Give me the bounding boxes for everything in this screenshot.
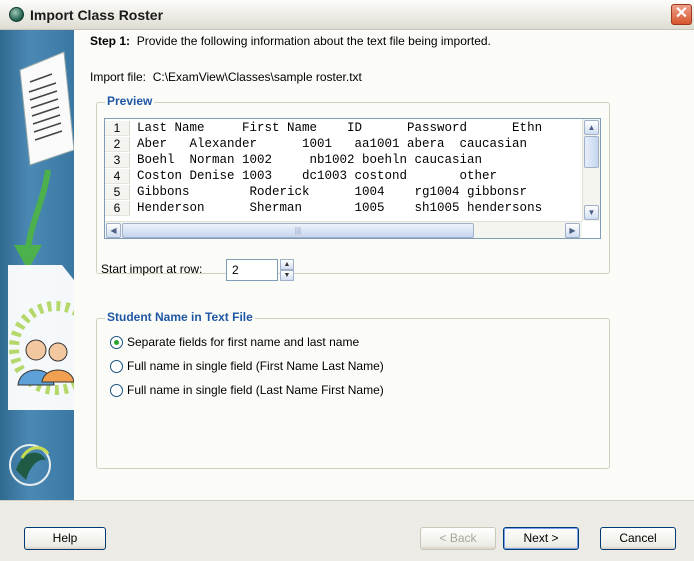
radio-label[interactable]: Separate fields for first name and last … — [127, 335, 359, 349]
row-number: 2 — [105, 137, 130, 152]
preview-group: Preview 1 Last Name First Name ID Passwo… — [96, 94, 610, 274]
student-name-group: Student Name in Text File Separate field… — [96, 310, 610, 469]
radio-button[interactable] — [110, 336, 123, 349]
row-number: 1 — [105, 121, 130, 136]
row-text: Henderson Sherman 1005 sh1005 hendersons — [137, 201, 543, 215]
row-text: Aber Alexander 1001 aa1001 abera caucasi… — [137, 137, 528, 151]
radio-button[interactable] — [110, 384, 123, 397]
title-bar: Import Class Roster ✕ — [0, 0, 694, 30]
row-number: 6 — [105, 201, 130, 216]
import-file-info: Import file: C:\ExamView\Classes\sample … — [90, 70, 362, 84]
cancel-button[interactable]: Cancel — [600, 527, 676, 550]
row-text: Coston Denise 1003 dc1003 costond other — [137, 169, 498, 183]
close-icon: ✕ — [674, 5, 689, 22]
scroll-right-button[interactable]: ▶ — [565, 223, 580, 238]
chevron-down-icon: ▼ — [587, 208, 596, 217]
preview-row: 3 Boehl Norman 1002 nb1002 boehln caucas… — [105, 153, 595, 168]
back-button[interactable]: < Back — [420, 527, 496, 550]
import-dialog: Import Class Roster ✕ Step 1: Provide th… — [0, 0, 694, 561]
scroll-up-button[interactable]: ▲ — [584, 120, 599, 135]
radio-label[interactable]: Full name in single field (First Name La… — [127, 359, 384, 373]
row-text: Gibbons Roderick 1004 rg1004 gibbonsr — [137, 185, 528, 199]
grip-icon: ||| — [294, 226, 302, 235]
next-button[interactable]: Next > — [503, 527, 579, 550]
row-text: Last Name First Name ID Password Ethn — [137, 121, 543, 135]
import-file-label: Import file: — [90, 70, 147, 84]
chevron-up-icon: ▲ — [587, 123, 596, 132]
start-row-input[interactable]: 2 — [226, 259, 278, 281]
radio-button[interactable] — [110, 360, 123, 373]
step-label: Step 1: — [90, 34, 131, 48]
preview-grid[interactable]: 1 Last Name First Name ID Password Ethn … — [104, 118, 601, 239]
row-number: 5 — [105, 185, 130, 200]
step-text: Provide the following information about … — [136, 34, 491, 48]
close-button[interactable]: ✕ — [671, 4, 692, 25]
button-bar: Help < Back Next > Cancel — [0, 500, 694, 561]
spin-down-button[interactable]: ▼ — [280, 270, 294, 281]
arrow-down-icon: ▼ — [283, 272, 291, 279]
vertical-scroll-thumb[interactable] — [584, 136, 599, 168]
spin-up-button[interactable]: ▲ — [280, 259, 294, 270]
app-icon — [9, 7, 24, 22]
start-row-label: Start import at row: — [101, 262, 203, 276]
step-instruction: Step 1: Provide the following informatio… — [90, 34, 491, 48]
chevron-right-icon: ▶ — [569, 226, 576, 235]
preview-row: 4 Coston Denise 1003 dc1003 costond othe… — [105, 169, 595, 184]
row-number: 3 — [105, 153, 130, 168]
student-name-title: Student Name in Text File — [105, 310, 255, 324]
row-text: Boehl Norman 1002 nb1002 boehln caucasia… — [137, 153, 483, 167]
chevron-left-icon: ◀ — [110, 226, 117, 235]
window-title: Import Class Roster — [30, 7, 164, 23]
preview-title: Preview — [105, 94, 155, 108]
preview-row: 2 Aber Alexander 1001 aa1001 abera cauca… — [105, 137, 595, 152]
horizontal-scrollbar[interactable]: ◀ ||| ▶ — [105, 221, 582, 238]
preview-row: 6 Henderson Sherman 1005 sh1005 henderso… — [105, 201, 595, 216]
roster-import-illustration — [8, 51, 74, 486]
scroll-down-button[interactable]: ▼ — [584, 205, 599, 220]
preview-row: 1 Last Name First Name ID Password Ethn — [105, 121, 595, 136]
row-number: 4 — [105, 169, 130, 184]
preview-row: 5 Gibbons Roderick 1004 rg1004 gibbonsr — [105, 185, 595, 200]
start-row-spinner[interactable]: ▲ ▼ — [280, 259, 294, 281]
help-button[interactable]: Help — [24, 527, 106, 550]
wizard-sidebar-illustration — [0, 30, 74, 500]
arrow-up-icon: ▲ — [283, 261, 291, 268]
radio-label[interactable]: Full name in single field (Last Name Fir… — [127, 383, 384, 397]
scroll-left-button[interactable]: ◀ — [106, 223, 121, 238]
horizontal-scroll-thumb[interactable]: ||| — [122, 223, 474, 238]
import-file-path: C:\ExamView\Classes\sample roster.txt — [152, 70, 362, 84]
radio-selected-dot — [114, 340, 119, 345]
vertical-scrollbar[interactable]: ▲ ▼ — [582, 119, 600, 221]
